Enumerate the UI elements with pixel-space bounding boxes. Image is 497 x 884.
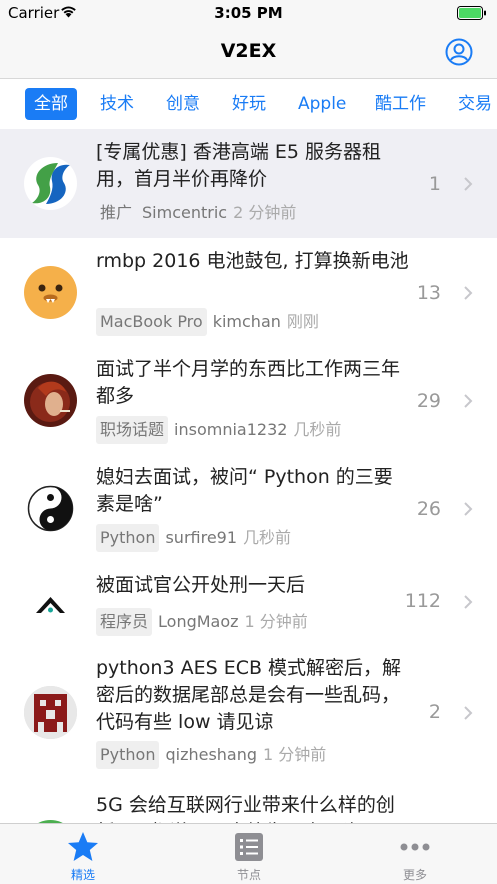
chevron-right-icon bbox=[464, 394, 473, 408]
topic-meta: Python qizheshang 1 分钟前 bbox=[96, 741, 326, 769]
avatar bbox=[24, 686, 77, 739]
node-tag[interactable]: MacBook Pro bbox=[96, 308, 207, 336]
tab-jobs[interactable]: 酷工作 bbox=[366, 88, 435, 120]
chevron-right-icon bbox=[464, 177, 473, 191]
node-tag[interactable]: Python bbox=[96, 524, 160, 552]
author-name[interactable]: LongMaoz bbox=[158, 612, 239, 631]
star-icon bbox=[68, 832, 98, 861]
topic-row[interactable]: python3 AES ECB 模式解密后，解密后的数据尾部总是会有一些乱码，代… bbox=[0, 643, 497, 781]
reply-count: 112 bbox=[404, 590, 441, 612]
tab-apple[interactable]: Apple bbox=[289, 88, 355, 120]
author-name[interactable]: qizheshang bbox=[165, 745, 257, 764]
author-name[interactable]: insomnia1232 bbox=[174, 420, 287, 439]
avatar bbox=[24, 374, 77, 427]
avatar bbox=[24, 482, 77, 535]
node-tag[interactable]: 程序员 bbox=[96, 608, 153, 636]
tab-deals[interactable]: 交易 bbox=[449, 88, 497, 120]
topic-row[interactable]: [专属优惠] 香港高端 E5 服务器租用，首月半价再降价 推广 Simcentri… bbox=[0, 129, 497, 239]
post-time: 刚刚 bbox=[286, 312, 319, 331]
post-time: 2 分钟前 bbox=[233, 203, 297, 222]
chevron-right-icon bbox=[464, 286, 473, 300]
topic-title: python3 AES ECB 模式解密后，解密后的数据尾部总是会有一些乱码，代… bbox=[96, 657, 402, 733]
tab-creative[interactable]: 创意 bbox=[157, 88, 209, 120]
page-title: V2EX bbox=[220, 40, 277, 62]
chevron-right-icon bbox=[464, 595, 473, 609]
node-tag[interactable]: 职场话题 bbox=[96, 416, 169, 444]
tab-all[interactable]: 全部 bbox=[25, 88, 77, 120]
category-tabs: 全部 技术 创意 好玩 Apple 酷工作 交易 bbox=[0, 79, 497, 129]
topic-title: 被面试官公开处刑一天后 bbox=[96, 574, 306, 596]
topic-list: [专属优惠] 香港高端 E5 服务器租用，首月半价再降价 推广 Simcentri… bbox=[0, 129, 497, 823]
node-tag: 推广 bbox=[100, 203, 133, 222]
tab-fun[interactable]: 好玩 bbox=[223, 88, 275, 120]
post-time: 几秒前 bbox=[293, 420, 342, 439]
topic-row[interactable]: 媳妇去面试，被问“ Python 的三要素是啥” Python surfire91… bbox=[0, 454, 497, 563]
battery-icon bbox=[457, 6, 486, 20]
navigation-bar: V2EX bbox=[0, 28, 497, 79]
avatar bbox=[24, 266, 77, 319]
chevron-right-icon bbox=[464, 706, 473, 720]
topic-meta: 推广 Simcentric 2 分钟前 bbox=[96, 199, 296, 227]
topic-meta: MacBook Pro kimchan 刚刚 bbox=[96, 308, 319, 336]
tab-label: 更多 bbox=[402, 868, 427, 882]
avatar bbox=[24, 157, 77, 210]
avatar bbox=[24, 577, 77, 630]
topic-row[interactable]: rmbp 2016 电池鼓包, 打算换新电池 MacBook Pro kimcha… bbox=[0, 238, 497, 347]
tab-more[interactable]: 更多 bbox=[332, 824, 497, 884]
topic-meta: 程序员 LongMaoz 1 分钟前 bbox=[96, 608, 308, 636]
topic-title: 媳妇去面试，被问“ Python 的三要素是啥” bbox=[96, 466, 393, 515]
bottom-tab-bar: 精选 节点 更多 bbox=[0, 823, 497, 884]
topic-title: 面试了半个月学的东西比工作两三年都多 bbox=[96, 358, 401, 407]
status-bar: Carrier 3:05 PM bbox=[0, 0, 497, 28]
tab-tech[interactable]: 技术 bbox=[91, 88, 143, 120]
author-name[interactable]: Simcentric bbox=[142, 203, 227, 222]
reply-count: 26 bbox=[416, 498, 441, 520]
tab-label: 精选 bbox=[70, 868, 95, 882]
topic-row[interactable]: 面试了半个月学的东西比工作两三年都多 职场话题 insomnia1232 几秒前 2… bbox=[0, 346, 497, 455]
author-name[interactable]: surfire91 bbox=[165, 528, 237, 547]
node-tag[interactable]: Python bbox=[96, 741, 160, 769]
user-profile-icon[interactable] bbox=[445, 38, 473, 66]
topic-title: rmbp 2016 电池鼓包, 打算换新电池 bbox=[96, 250, 409, 272]
clock: 3:05 PM bbox=[214, 4, 283, 22]
chevron-right-icon bbox=[464, 502, 473, 516]
topic-title: [专属优惠] 香港高端 E5 服务器租用，首月半价再降价 bbox=[96, 141, 382, 190]
tab-label: 节点 bbox=[236, 868, 261, 882]
topic-title: 5G 会给互联网行业带来什么样的创新呢? 都说 5G 会催生几个巨头 bbox=[96, 794, 395, 823]
tab-nodes[interactable]: 节点 bbox=[166, 824, 332, 884]
post-time: 1 分钟前 bbox=[263, 745, 327, 764]
list-icon bbox=[235, 833, 263, 861]
post-time: 几秒前 bbox=[243, 528, 292, 547]
more-icon bbox=[400, 843, 430, 851]
author-name[interactable]: kimchan bbox=[213, 312, 281, 331]
topic-row[interactable]: 5G 会给互联网行业带来什么样的创新呢? 都说 5G 会催生几个巨头 bbox=[0, 780, 497, 823]
topic-meta: 职场话题 insomnia1232 几秒前 bbox=[96, 416, 341, 444]
reply-count: 2 bbox=[428, 701, 441, 723]
tab-featured[interactable]: 精选 bbox=[0, 824, 166, 884]
reply-count: 13 bbox=[416, 282, 441, 304]
reply-count: 29 bbox=[416, 390, 441, 412]
post-time: 1 分钟前 bbox=[244, 612, 308, 631]
topic-row[interactable]: 被面试官公开处刑一天后 程序员 LongMaoz 1 分钟前 112 bbox=[0, 562, 497, 644]
reply-count: 1 bbox=[428, 173, 441, 195]
topic-meta: Python surfire91 几秒前 bbox=[96, 524, 291, 552]
